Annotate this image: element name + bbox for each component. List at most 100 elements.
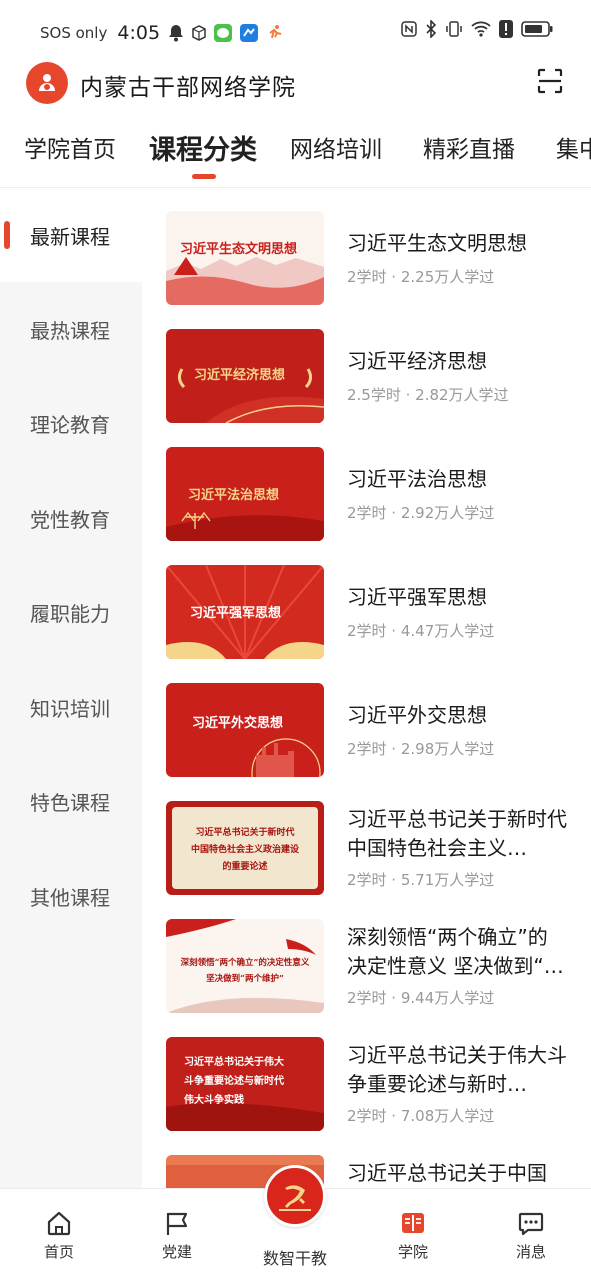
sidebar-item-party-spirit[interactable]: 党性教育: [0, 471, 142, 565]
course-thumbnail: 习近平总书记关于新时代 中国特色社会主义政治建设 的重要论述: [166, 801, 324, 895]
course-card[interactable]: 习近平总书记关于中国: [166, 1155, 586, 1188]
party-member-logo-icon: [26, 62, 68, 104]
sidebar-item-knowledge[interactable]: 知识培训: [0, 660, 142, 754]
category-sidebar: 最新课程 最热课程 理论教育 党性教育 履职能力 知识培训 特色课程 其他课程: [0, 188, 142, 1188]
clock: 4:05: [117, 22, 161, 44]
alert-icon: [499, 20, 513, 38]
course-card[interactable]: 习近平强军思想 习近平强军思想 2学时 · 4.47万人学过: [166, 565, 586, 661]
course-title: 深刻领悟“两个确立”的决定性意义 坚决做到“…: [347, 925, 564, 978]
bottom-nav: 首页 党建 数智干教 学院 消息: [0, 1165, 591, 1280]
course-card[interactable]: 习近平总书记关于伟大 斗争重要论述与新时代 伟大斗争实践 习近平总书记关于伟大斗…: [166, 1037, 586, 1133]
vibrate-icon: [445, 20, 463, 38]
sidebar-item-label: 其他课程: [30, 885, 110, 910]
course-meta: 2学时 · 4.47万人学过: [347, 622, 495, 640]
course-title: 习近平经济思想: [347, 349, 487, 373]
book-icon: [402, 1213, 424, 1233]
course-meta: 2学时 · 2.25万人学过: [347, 268, 495, 286]
course-card[interactable]: 深刻领悟“两个确立”的决定性意义 坚决做到“两个维护” 深刻领悟“两个确立”的决…: [166, 919, 586, 1015]
course-meta: 2.5学时 · 2.82万人学过: [347, 386, 509, 404]
course-title: 习近平法治思想: [347, 467, 487, 491]
status-bar: SOS only 4:05: [0, 0, 591, 62]
thumbnail-title: 习近平经济思想: [194, 367, 285, 383]
sos-text: SOS only: [40, 24, 108, 42]
nav-label: 首页: [43, 1243, 74, 1261]
course-thumbnail: 习近平强军思想: [166, 565, 324, 659]
sidebar-item-label: 特色课程: [30, 790, 110, 815]
course-title: 习近平总书记关于伟大斗争重要论述与新时…: [347, 1043, 567, 1096]
thumbnail-line: 习近平总书记关于新时代: [195, 826, 294, 838]
course-meta: 2学时 · 9.44万人学过: [347, 989, 495, 1007]
package-icon: [192, 25, 206, 41]
thumbnail-title: 习近平生态文明思想: [180, 241, 297, 257]
course-list: 习近平生态文明思想 习近平生态文明思想 2学时 · 2.25万人学过 习近平经济…: [142, 188, 591, 1188]
course-title: 习近平外交思想: [347, 703, 487, 727]
sidebar-item-latest[interactable]: 最新课程: [0, 188, 142, 282]
sidebar-item-competence[interactable]: 履职能力: [0, 565, 142, 659]
nfc-icon: [401, 21, 417, 37]
thumbnail-line: 习近平总书记关于伟大: [184, 1055, 284, 1068]
thumbnail-line: 斗争重要论述与新时代: [184, 1074, 284, 1087]
course-meta: 2学时 · 2.92万人学过: [347, 504, 495, 522]
nav-label: 学院: [397, 1243, 428, 1261]
thumbnail-line: 中国特色社会主义政治建设: [191, 843, 300, 855]
course-title: 习近平生态文明思想: [347, 231, 527, 255]
tab-home[interactable]: 学院首页: [24, 130, 116, 164]
message-icon: [518, 1212, 544, 1236]
sidebar-item-label: 党性教育: [30, 507, 110, 532]
battery-icon: [521, 21, 553, 37]
course-title: 习近平总书记关于中国: [347, 1161, 547, 1185]
nav-academy[interactable]: 学院: [373, 1209, 453, 1262]
nav-label: 党建: [161, 1243, 192, 1261]
course-card[interactable]: 习近平经济思想 习近平经济思想 2.5学时 · 2.82万人学过: [166, 329, 586, 425]
course-thumbnail: 习近平法治思想: [166, 447, 324, 541]
wifi-icon: [471, 21, 491, 37]
thumbnail-title: 习近平法治思想: [188, 487, 279, 503]
sidebar-item-label: 知识培训: [30, 696, 110, 721]
thumbnail-line: 的重要论述: [222, 860, 267, 872]
scan-button[interactable]: [535, 66, 565, 96]
thumbnail-line: 深刻领悟“两个确立”的决定性意义: [181, 957, 310, 968]
course-thumbnail: 习近平经济思想: [166, 329, 324, 423]
active-category-marker: [4, 221, 10, 249]
bird-app-icon: [240, 24, 259, 42]
sidebar-item-label: 履职能力: [30, 601, 110, 626]
tab-centralized[interactable]: 集中: [556, 130, 591, 164]
course-card[interactable]: 习近平总书记关于新时代 中国特色社会主义政治建设 的重要论述 习近平总书记关于新…: [166, 801, 586, 897]
course-meta: 2学时 · 2.98万人学过: [347, 740, 495, 758]
thumbnail-title: 习近平强军思想: [190, 605, 281, 621]
thumbnail-line: 伟大斗争实践: [184, 1093, 244, 1106]
bell-icon: [168, 24, 184, 42]
scan-icon: [537, 68, 563, 94]
thumbnail-line: 坚决做到“两个维护”: [206, 973, 284, 984]
course-meta: 2学时 · 5.71万人学过: [347, 871, 495, 889]
course-card[interactable]: 习近平外交思想 习近平外交思想 2学时 · 2.98万人学过: [166, 683, 586, 779]
active-tab-indicator: [192, 174, 216, 179]
sidebar-item-label: 理论教育: [30, 412, 110, 437]
nav-digital-education[interactable]: [264, 1165, 326, 1227]
course-thumbnail: 习近平外交思想: [166, 683, 324, 777]
sidebar-item-hottest[interactable]: 最热课程: [0, 282, 142, 376]
sidebar-item-featured[interactable]: 特色课程: [0, 754, 142, 848]
tab-online-training[interactable]: 网络培训: [290, 130, 382, 164]
nav-label: 消息: [515, 1243, 546, 1261]
thumbnail-title: 习近平外交思想: [192, 715, 283, 731]
sidebar-item-label: 最热课程: [30, 318, 110, 343]
nav-party-building[interactable]: 党建: [137, 1209, 217, 1262]
course-thumbnail: 习近平总书记关于伟大 斗争重要论述与新时代 伟大斗争实践: [166, 1037, 324, 1131]
sidebar-item-theory[interactable]: 理论教育: [0, 376, 142, 470]
tab-live[interactable]: 精彩直播: [423, 130, 515, 164]
party-emblem-icon: [279, 1185, 311, 1211]
nav-label: 数智干教: [262, 1249, 327, 1268]
nav-home[interactable]: 首页: [19, 1209, 99, 1262]
course-card[interactable]: 习近平法治思想 习近平法治思想 2学时 · 2.92万人学过: [166, 447, 586, 543]
tab-course-category[interactable]: 课程分类: [149, 128, 257, 167]
app-title: 内蒙古干部网络学院: [80, 75, 296, 101]
nav-messages[interactable]: 消息: [491, 1209, 571, 1262]
course-meta: 2学时 · 7.08万人学过: [347, 1107, 495, 1125]
course-card[interactable]: 习近平生态文明思想 习近平生态文明思想 2学时 · 2.25万人学过: [166, 211, 586, 307]
app-header: 内蒙古干部网络学院: [0, 62, 591, 106]
home-icon: [47, 1211, 71, 1236]
course-thumbnail: 习近平生态文明思想: [166, 211, 324, 305]
sidebar-item-other[interactable]: 其他课程: [0, 849, 142, 943]
top-tabs: 学院首页 课程分类 网络培训 精彩直播 集中: [0, 118, 591, 188]
